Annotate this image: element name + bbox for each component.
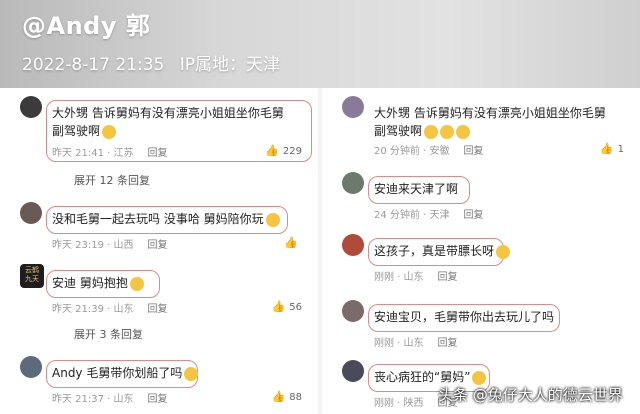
- comment-text: 这孩子，真是带膘长呀: [374, 242, 511, 260]
- like-button[interactable]: 👍 1: [600, 142, 624, 155]
- comment-item: 没和毛舅一起去玩吗 没事哈 舅妈陪你玩 昨天 23:19 · 山西 回复 👍: [0, 196, 318, 256]
- comment-meta: 刚刚 · 山东 回复: [374, 338, 458, 349]
- reply-button[interactable]: 回复: [148, 240, 168, 251]
- reply-button[interactable]: 回复: [438, 272, 458, 283]
- comment-meta: 昨天 23:19 · 山西 回复: [52, 240, 168, 251]
- emoji-icon: [456, 124, 471, 139]
- emoji-icon: [424, 124, 439, 139]
- avatar[interactable]: 云鹤 九天: [20, 264, 44, 288]
- comment-text: 安迪宝贝，毛舅带你出去玩儿了吗: [374, 310, 555, 324]
- post-header: @Andy 郭 2022-8-17 21:35 IP属地：天津: [0, 0, 640, 88]
- comment-meta: 昨天 21:39 · 山东 回复: [52, 304, 168, 315]
- emoji-icon: [440, 124, 455, 139]
- reply-button[interactable]: 回复: [148, 148, 168, 159]
- comment-meta: 昨天 21:41 · 江苏 回复: [52, 148, 168, 159]
- thumbs-up-icon: 👍: [284, 236, 298, 249]
- comment-text: 大外甥 告诉舅妈有没有漂亮小姐姐坐你毛舅副驾驶啊: [374, 106, 606, 139]
- thumbs-up-icon: 👍: [271, 390, 286, 403]
- emoji-icon: [496, 244, 511, 259]
- comment-text: 大外甥 告诉舅妈有没有漂亮小姐姐坐你毛舅副驾驶啊: [52, 106, 284, 139]
- comment-meta: 刚刚 · 山东 回复: [374, 272, 458, 283]
- like-button[interactable]: 👍: [284, 236, 302, 249]
- expand-replies-button[interactable]: 展开 12 条回复: [74, 172, 150, 188]
- thumbs-up-icon: 👍: [271, 300, 286, 313]
- avatar[interactable]: [342, 234, 364, 256]
- comment-item: 安迪宝贝，毛舅带你出去玩儿了吗 刚刚 · 山东 回复: [322, 294, 640, 349]
- comment-text: Andy 毛舅带你划船了吗: [52, 364, 199, 382]
- comment-item: 这孩子，真是带膘长呀 刚刚 · 山东 回复: [322, 228, 640, 283]
- thumbs-up-icon: 👍: [265, 144, 279, 157]
- comments-panel-right: 大外甥 告诉舅妈有没有漂亮小姐姐坐你毛舅副驾驶啊 20 分钟前 · 安徽 回复 👍…: [322, 88, 640, 414]
- avatar[interactable]: [20, 202, 42, 224]
- comment-meta: 昨天 21:37 · 山东 回复: [52, 394, 168, 405]
- like-button[interactable]: 👍 229: [265, 144, 302, 157]
- comment-item: 大外甥 告诉舅妈有没有漂亮小姐姐坐你毛舅副驾驶啊 20 分钟前 · 安徽 回复 👍…: [322, 88, 640, 164]
- reply-button[interactable]: 回复: [148, 394, 168, 405]
- watermark: 头条 @兔仔大人的德云世界: [438, 386, 623, 404]
- comment-item: 大外甥 告诉舅妈有没有漂亮小姐姐坐你毛舅副驾驶啊 昨天 21:41 · 江苏 回复…: [0, 88, 318, 168]
- emoji-icon: [102, 124, 117, 139]
- expand-replies-button[interactable]: 展开 3 条回复: [74, 326, 143, 342]
- emoji-icon: [129, 276, 144, 291]
- post-datetime: 2022-8-17 21:35: [22, 55, 165, 75]
- comment-meta: 24 分钟前 · 天津 回复: [374, 210, 484, 221]
- comment-text: 安迪 舅妈抱抱: [52, 274, 144, 292]
- avatar[interactable]: [342, 172, 364, 194]
- comment-item: 安迪来天津了啊 24 分钟前 · 天津 回复: [322, 168, 640, 221]
- avatar[interactable]: [20, 356, 42, 378]
- post-location: IP属地：天津: [179, 55, 281, 75]
- comment-text: 没和毛舅一起去玩吗 没事哈 舅妈陪你玩: [52, 210, 280, 228]
- avatar[interactable]: [342, 96, 364, 118]
- comments-panel-left: 大外甥 告诉舅妈有没有漂亮小姐姐坐你毛舅副驾驶啊 昨天 21:41 · 江苏 回复…: [0, 88, 318, 414]
- emoji-icon: [472, 370, 487, 385]
- avatar[interactable]: [20, 96, 42, 118]
- emoji-icon: [184, 366, 199, 381]
- reply-button[interactable]: 回复: [438, 338, 458, 349]
- emoji-icon: [265, 212, 280, 227]
- post-meta: 2022-8-17 21:35 IP属地：天津: [22, 50, 290, 75]
- comment-meta: 20 分钟前 · 安徽 回复: [374, 146, 484, 157]
- thumbs-up-icon: 👍: [599, 142, 614, 155]
- comment-text: 安迪来天津了啊: [374, 182, 459, 196]
- comment-item: 云鹤 九天 安迪 舅妈抱抱 昨天 21:39 · 山东 回复 👍 56: [0, 258, 318, 318]
- post-username[interactable]: @Andy 郭: [22, 6, 150, 41]
- reply-button[interactable]: 回复: [463, 146, 483, 157]
- reply-button[interactable]: 回复: [148, 304, 168, 315]
- avatar[interactable]: [342, 360, 364, 382]
- like-button[interactable]: 👍 56: [272, 300, 302, 313]
- like-button[interactable]: 👍 88: [272, 390, 302, 403]
- avatar[interactable]: [342, 300, 364, 322]
- reply-button[interactable]: 回复: [463, 210, 483, 221]
- comment-item: Andy 毛舅带你划船了吗 昨天 21:37 · 山东 回复 👍 88: [0, 350, 318, 410]
